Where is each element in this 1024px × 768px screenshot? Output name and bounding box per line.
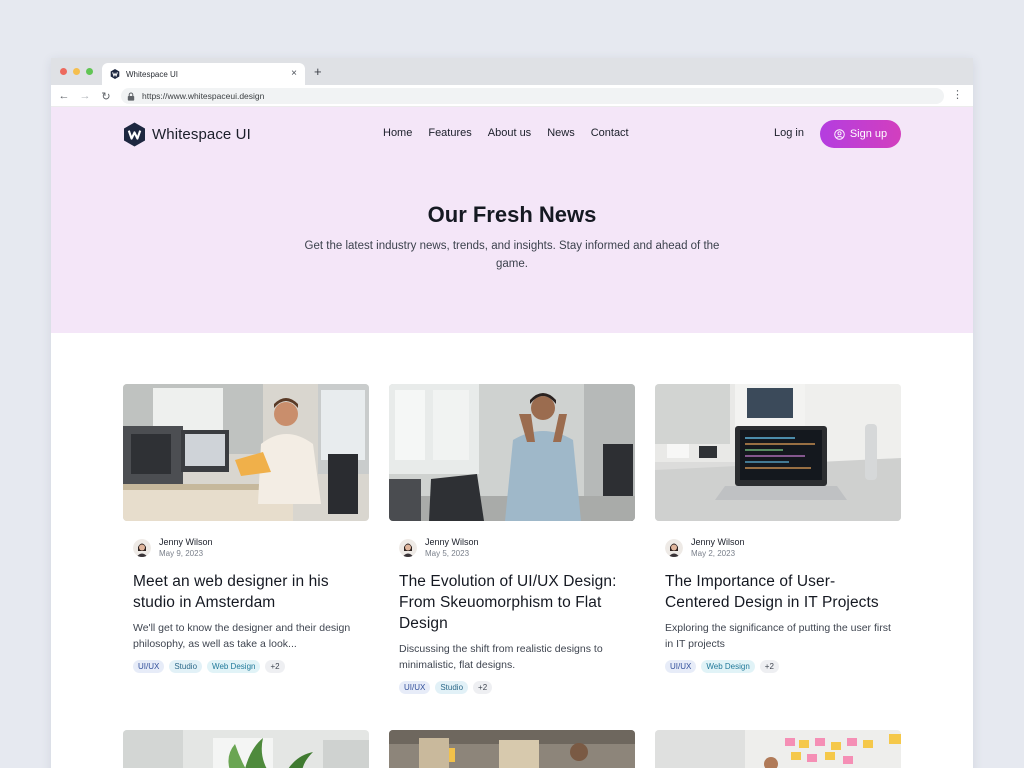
author-row: Jenny Wilson May 2, 2023 (665, 537, 901, 559)
hero-section: Whitespace UI Home Features About us New… (51, 107, 973, 333)
tag-chip[interactable]: UI/UX (399, 681, 431, 694)
back-icon[interactable]: ← (57, 89, 71, 103)
news-card[interactable]: Jenny Wilson May 9, 2023 Meet an web des… (123, 384, 369, 673)
reload-icon[interactable]: ↻ (99, 89, 113, 103)
brand-name: Whitespace UI (152, 126, 251, 143)
close-window-button[interactable] (60, 68, 67, 75)
tab-title: Whitespace UI (126, 69, 179, 79)
nav-features[interactable]: Features (428, 127, 471, 139)
article-title[interactable]: Meet an web designer in his studio in Am… (133, 571, 359, 613)
signup-button[interactable]: Sign up (820, 120, 901, 148)
article-image (655, 730, 901, 768)
article-excerpt: Discussing the shift from realistic desi… (399, 643, 603, 671)
site-logo[interactable]: Whitespace UI (123, 122, 251, 147)
article-excerpt: Exploring the significance of putting th… (665, 622, 891, 650)
tag-list: UI/UX Studio Web Design +2 (133, 660, 359, 673)
signup-label: Sign up (849, 128, 888, 140)
tag-list: UI/UX Web Design +2 (665, 660, 891, 673)
lock-icon (127, 92, 135, 101)
article-image (123, 384, 369, 521)
article-image (389, 730, 635, 768)
nav-home[interactable]: Home (383, 127, 412, 139)
article-image (389, 384, 635, 521)
tag-list: UI/UX Studio +2 (399, 681, 625, 694)
avatar (399, 539, 417, 557)
whitespace-logo-icon (124, 122, 145, 147)
url-field[interactable]: https://www.whitespaceui.design (121, 88, 944, 104)
forward-icon[interactable]: → (78, 89, 92, 103)
tag-chip[interactable]: Studio (435, 681, 469, 694)
new-tab-icon[interactable]: + (314, 65, 322, 78)
post-date: May 5, 2023 (425, 549, 470, 558)
browser-menu-icon[interactable]: ⋮ (952, 90, 963, 101)
article-title[interactable]: The Importance of User-Centered Design i… (665, 571, 891, 613)
author-name: Jenny Wilson (691, 537, 745, 547)
author-row: Jenny Wilson May 5, 2023 (399, 537, 635, 559)
tag-chip[interactable]: Studio (169, 660, 203, 673)
minimize-window-button[interactable] (73, 68, 80, 75)
address-bar: ← → ↻ https://www.whitespaceui.design ⋮ (51, 85, 973, 107)
article-title[interactable]: The Evolution of UI/UX Design: From Skeu… (399, 571, 625, 634)
browser-window: Whitespace UI × + ← → ↻ https://www.whit… (51, 58, 973, 768)
author-name: Jenny Wilson (425, 537, 479, 547)
user-icon (834, 128, 845, 140)
url-text: https://www.whitespaceui.design (142, 91, 265, 101)
news-card[interactable]: Jenny Wilson May 5, 2023 The Evolution o… (389, 384, 635, 694)
maximize-window-button[interactable] (86, 68, 93, 75)
page-title: Our Fresh News (427, 202, 597, 227)
browser-tab[interactable]: Whitespace UI × (102, 63, 305, 85)
post-date: May 9, 2023 (159, 549, 204, 558)
author-row: Jenny Wilson May 9, 2023 (133, 537, 369, 559)
whitespace-favicon-icon (110, 69, 120, 79)
avatar (665, 539, 683, 557)
tab-bar: Whitespace UI × + (51, 58, 973, 85)
login-link[interactable]: Log in (774, 127, 804, 139)
window-controls (60, 68, 93, 75)
news-card[interactable]: Jenny Wilson May 2, 2023 The Importance … (655, 384, 901, 673)
article-image (123, 730, 369, 768)
tag-chip[interactable]: UI/UX (133, 660, 165, 673)
nav-about-us[interactable]: About us (488, 127, 531, 139)
author-name: Jenny Wilson (159, 537, 213, 547)
more-tags-chip[interactable]: +2 (473, 681, 493, 694)
post-date: May 2, 2023 (691, 549, 736, 558)
more-tags-chip[interactable]: +2 (759, 660, 779, 673)
tag-chip[interactable]: Web Design (207, 660, 261, 673)
tag-chip[interactable]: UI/UX (665, 660, 697, 673)
more-tags-chip[interactable]: +2 (265, 660, 285, 673)
nav-contact[interactable]: Contact (591, 127, 629, 139)
main-nav: Home Features About us News Contact (383, 127, 645, 139)
close-tab-icon[interactable]: × (291, 69, 297, 79)
article-image (655, 384, 901, 521)
avatar (133, 539, 151, 557)
article-excerpt: We'll get to know the designer and their… (133, 622, 351, 650)
tag-chip[interactable]: Web Design (701, 660, 755, 673)
page-subtitle: Get the latest industry news, trends, an… (304, 240, 720, 270)
nav-news[interactable]: News (547, 127, 575, 139)
